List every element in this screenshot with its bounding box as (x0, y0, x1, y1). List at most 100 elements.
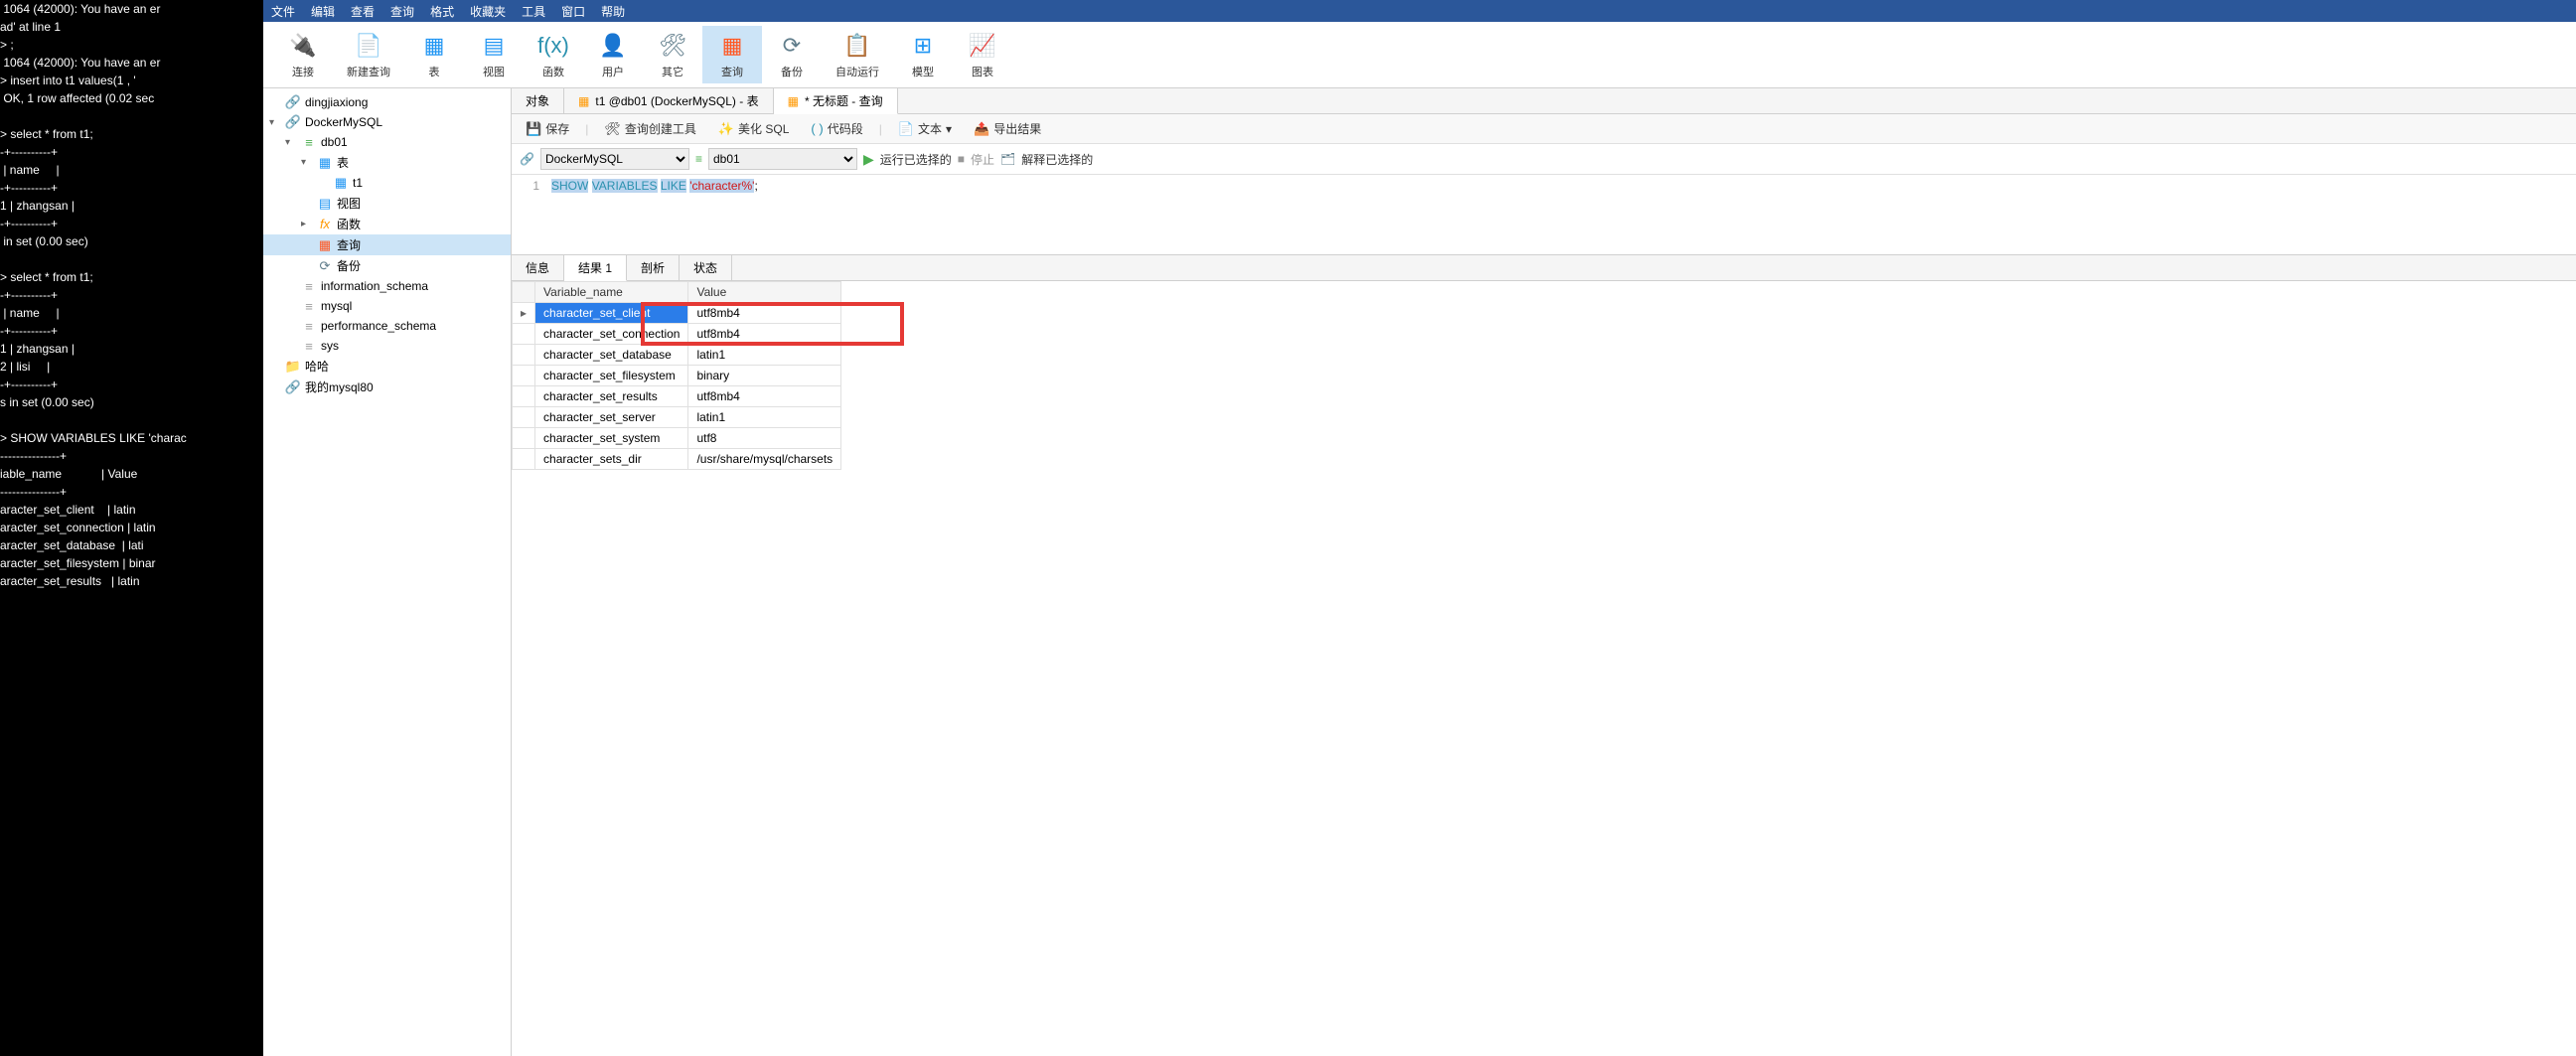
表-icon: ▦ (418, 30, 450, 62)
cell-variable-name[interactable]: character_set_connection (535, 324, 688, 345)
menu-窗口[interactable]: 窗口 (561, 3, 585, 20)
menu-格式[interactable]: 格式 (430, 3, 454, 20)
cell-value[interactable]: binary (688, 366, 841, 386)
cell-value[interactable]: utf8mb4 (688, 386, 841, 407)
cell-variable-name[interactable]: character_set_client (535, 303, 688, 324)
ribbon-备份[interactable]: ⟳备份 (762, 26, 822, 83)
ribbon-图表[interactable]: 📈图表 (953, 26, 1012, 83)
menu-工具[interactable]: 工具 (522, 3, 545, 20)
table-row[interactable]: character_set_systemutf8 (513, 428, 841, 449)
cell-variable-name[interactable]: character_set_system (535, 428, 688, 449)
tree-item-dingjiaxiong[interactable]: 🔗dingjiaxiong (263, 92, 511, 112)
tree-item-我的mysql80[interactable]: 🔗我的mysql80 (263, 377, 511, 397)
cell-value[interactable]: /usr/share/mysql/charsets (688, 449, 841, 470)
cell-value[interactable]: latin1 (688, 345, 841, 366)
sql-editor[interactable]: 1 SHOW VARIABLES LIKE 'character%'; (512, 175, 2576, 254)
tab-icon: ▦ (578, 94, 589, 108)
ribbon-查询[interactable]: ▦查询 (702, 26, 762, 83)
result-tabs: 信息结果 1剖析状态 (512, 254, 2576, 281)
ribbon-函数[interactable]: f(x)函数 (524, 26, 583, 83)
ribbon-表[interactable]: ▦表 (404, 26, 464, 83)
tab-t1 @db01 (DockerMySQL) - 表[interactable]: ▦t1 @db01 (DockerMySQL) - 表 (564, 88, 774, 113)
result-tab-结果 1[interactable]: 结果 1 (564, 255, 627, 281)
col-Variable_name[interactable]: Variable_name (535, 282, 688, 303)
ribbon-用户[interactable]: 👤用户 (583, 26, 643, 83)
menu-文件[interactable]: 文件 (271, 3, 295, 20)
explain-selected-button[interactable]: 解释已选择的 (1021, 151, 1093, 168)
tab-对象[interactable]: 对象 (512, 88, 564, 113)
run-icon[interactable]: ▶ (863, 151, 874, 168)
cell-value[interactable]: utf8mb4 (688, 324, 841, 345)
tree-toggle-icon[interactable]: ▾ (285, 137, 297, 148)
result-tab-信息[interactable]: 信息 (512, 255, 564, 280)
table-row[interactable]: character_set_serverlatin1 (513, 407, 841, 428)
export-result-button[interactable]: 📤导出结果 (968, 118, 1047, 139)
tree-item-t1[interactable]: ▦t1 (263, 173, 511, 193)
cell-variable-name[interactable]: character_set_server (535, 407, 688, 428)
tree-item-查询[interactable]: ▦查询 (263, 234, 511, 255)
database-select[interactable]: db01 (708, 148, 857, 170)
result-wrap: Variable_nameValue▸character_set_clientu… (512, 281, 2576, 470)
result-tab-剖析[interactable]: 剖析 (627, 255, 680, 280)
cell-value[interactable]: latin1 (688, 407, 841, 428)
用户-icon: 👤 (597, 30, 629, 62)
cell-value[interactable]: utf8mb4 (688, 303, 841, 324)
menu-编辑[interactable]: 编辑 (311, 3, 335, 20)
code-snippet-button[interactable]: ( )代码段 (805, 118, 868, 139)
result-tab-状态[interactable]: 状态 (680, 255, 732, 280)
table-row[interactable]: character_set_connectionutf8mb4 (513, 324, 841, 345)
ribbon-模型[interactable]: ⊞模型 (893, 26, 953, 83)
函数-icon: f(x) (537, 30, 569, 62)
tree-item-performance_schema[interactable]: ≡performance_schema (263, 316, 511, 336)
menu-查看[interactable]: 查看 (351, 3, 375, 20)
save-button[interactable]: 💾保存 (520, 118, 575, 139)
text-button[interactable]: 📄文本 ▾ (892, 118, 958, 139)
tree-item-备份[interactable]: ⟳备份 (263, 255, 511, 276)
table-row[interactable]: character_set_resultsutf8mb4 (513, 386, 841, 407)
connection-tree[interactable]: 🔗dingjiaxiong▾🔗DockerMySQL▾≡db01▾▦表▦t1▤视… (263, 88, 512, 1056)
cell-variable-name[interactable]: character_set_filesystem (535, 366, 688, 386)
tree-item-mysql[interactable]: ≡mysql (263, 296, 511, 316)
stop-button[interactable]: 停止 (971, 151, 994, 168)
tree-item-DockerMySQL[interactable]: ▾🔗DockerMySQL (263, 112, 511, 132)
table-row[interactable]: character_set_filesystembinary (513, 366, 841, 386)
table-row[interactable]: ▸character_set_clientutf8mb4 (513, 303, 841, 324)
beautify-sql-button[interactable]: ✨美化 SQL (712, 118, 796, 139)
col-Value[interactable]: Value (688, 282, 841, 303)
explain-icon: 🗂 (1000, 152, 1015, 166)
sql-line[interactable]: SHOW VARIABLES LIKE 'character%'; (551, 179, 758, 250)
builder-icon: 🛠 (604, 121, 621, 137)
tree-item-db01[interactable]: ▾≡db01 (263, 132, 511, 152)
run-selected-button[interactable]: 运行已选择的 (880, 151, 952, 168)
tree-item-information_schema[interactable]: ≡information_schema (263, 276, 511, 296)
tree-item-哈哈[interactable]: 📁哈哈 (263, 356, 511, 377)
tree-item-sys[interactable]: ≡sys (263, 336, 511, 356)
ribbon-新建查询[interactable]: 📄新建查询 (333, 26, 404, 83)
cell-variable-name[interactable]: character_set_database (535, 345, 688, 366)
tab-* 无标题 - 查询[interactable]: ▦* 无标题 - 查询 (774, 88, 898, 114)
cell-variable-name[interactable]: character_sets_dir (535, 449, 688, 470)
tree-item-函数[interactable]: ▸fx函数 (263, 214, 511, 234)
menu-帮助[interactable]: 帮助 (601, 3, 625, 20)
tree-label: 视图 (337, 195, 361, 212)
ribbon-自动运行[interactable]: 📋自动运行 (822, 26, 893, 83)
tree-toggle-icon[interactable]: ▾ (301, 157, 313, 168)
connection-select[interactable]: DockerMySQL (540, 148, 689, 170)
tree-toggle-icon[interactable]: ▸ (301, 219, 313, 229)
menu-收藏夹[interactable]: 收藏夹 (470, 3, 506, 20)
ribbon-其它[interactable]: 🛠其它 (643, 26, 702, 83)
connection-selectors: 🔗 DockerMySQL ≡ db01 ▶ 运行已选择的 ■ 停止 🗂 解释已… (512, 144, 2576, 175)
result-table[interactable]: Variable_nameValue▸character_set_clientu… (512, 281, 841, 470)
tree-item-表[interactable]: ▾▦表 (263, 152, 511, 173)
cell-value[interactable]: utf8 (688, 428, 841, 449)
其它-icon: 🛠 (657, 30, 688, 62)
table-row[interactable]: character_sets_dir/usr/share/mysql/chars… (513, 449, 841, 470)
tree-toggle-icon[interactable]: ▾ (269, 117, 281, 128)
tree-item-视图[interactable]: ▤视图 (263, 193, 511, 214)
query-builder-button[interactable]: 🛠查询创建工具 (598, 118, 702, 139)
table-row[interactable]: character_set_databaselatin1 (513, 345, 841, 366)
cell-variable-name[interactable]: character_set_results (535, 386, 688, 407)
ribbon-视图[interactable]: ▤视图 (464, 26, 524, 83)
ribbon-连接[interactable]: 🔌连接 (273, 26, 333, 83)
menu-查询[interactable]: 查询 (390, 3, 414, 20)
